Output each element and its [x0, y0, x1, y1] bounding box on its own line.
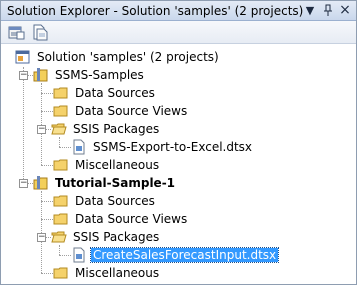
- collapse-project-tutorial-sample-1[interactable]: −: [19, 179, 28, 188]
- folder-label: Data Source Views: [75, 104, 188, 118]
- folder-icon: [53, 193, 69, 209]
- open-folder-icon: [51, 121, 67, 137]
- solution-tree: Solution 'samples' (2 projects) − SSMS-S…: [1, 45, 356, 284]
- folder-label: Data Sources: [75, 194, 155, 208]
- folder-icon: [53, 157, 69, 173]
- open-folder-icon: [51, 229, 67, 245]
- title-bar: Solution Explorer - Solution 'samples' (…: [1, 1, 356, 21]
- toolbar: [1, 21, 356, 44]
- collapse-folder-ssis-packages[interactable]: −: [37, 125, 46, 134]
- folder-label: Miscellaneous: [75, 266, 160, 280]
- properties-icon[interactable]: [8, 24, 26, 41]
- auto-hide-pin-icon[interactable]: [321, 3, 335, 18]
- collapse-project-ssms-samples[interactable]: −: [19, 71, 28, 80]
- package-file-icon: [71, 139, 87, 155]
- folder-icon: [53, 211, 69, 227]
- folder-icon: [53, 265, 69, 281]
- project-icon: [33, 67, 49, 83]
- folder-label: Data Source Views: [75, 212, 188, 226]
- folder-label: Miscellaneous: [75, 158, 160, 172]
- package-label: SSMS-Export-to-Excel.dtsx: [93, 140, 253, 154]
- folder-label: SSIS Packages: [73, 122, 160, 136]
- panel-title: Solution Explorer - Solution 'samples' (…: [7, 4, 304, 18]
- project-icon: [33, 175, 49, 191]
- collapse-folder-ssis-packages[interactable]: −: [37, 233, 46, 242]
- project-label: Tutorial-Sample-1: [55, 176, 176, 190]
- close-icon[interactable]: ×: [338, 3, 352, 18]
- folder-icon: [53, 103, 69, 119]
- project-label: SSMS-Samples: [55, 68, 144, 82]
- window-position-dropdown-icon[interactable]: ▼: [303, 3, 317, 18]
- solution-label: Solution 'samples' (2 projects): [37, 50, 219, 64]
- package-file-icon: [71, 247, 87, 263]
- folder-label: SSIS Packages: [73, 230, 160, 244]
- show-all-files-icon[interactable]: [31, 24, 49, 41]
- folder-icon: [53, 85, 69, 101]
- solution-icon: [15, 49, 31, 65]
- solution-explorer-panel: Solution Explorer - Solution 'samples' (…: [0, 0, 357, 285]
- folder-label: Data Sources: [75, 86, 155, 100]
- package-label: CreateSalesForecastInput.dtsx: [89, 247, 280, 263]
